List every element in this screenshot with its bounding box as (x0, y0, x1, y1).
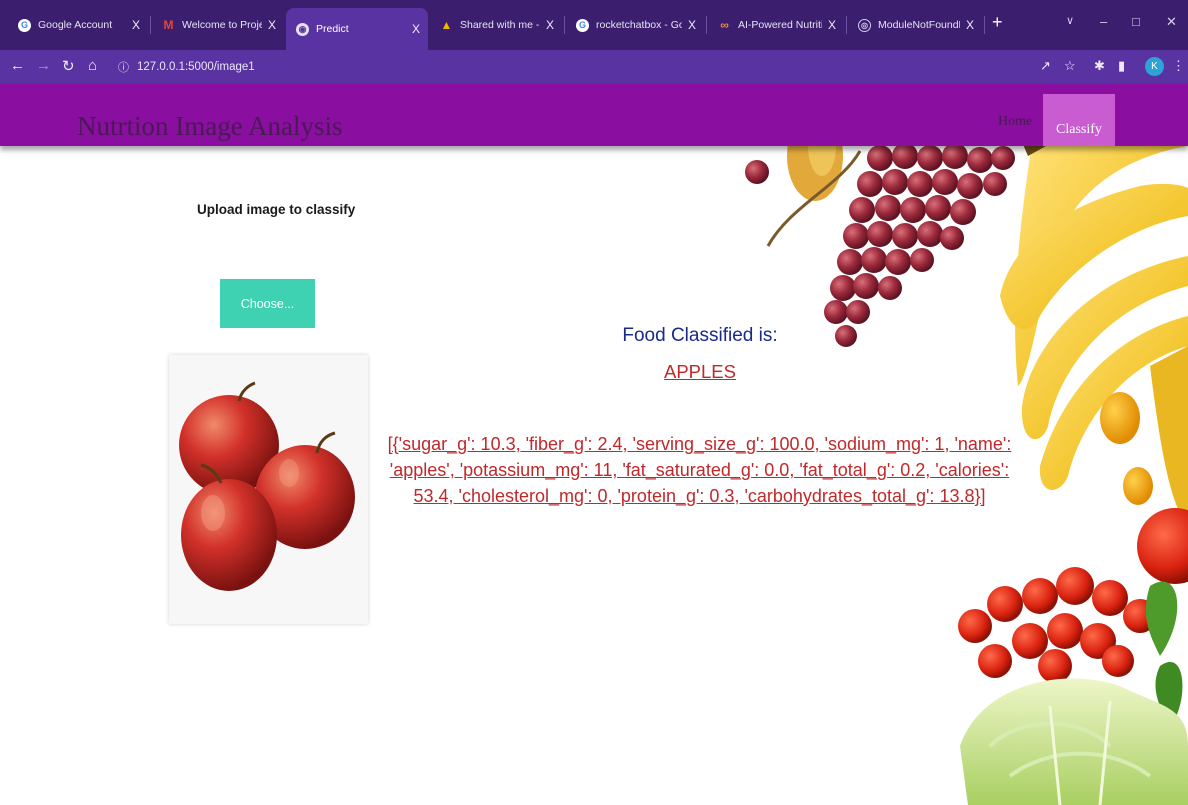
reload-icon[interactable]: ↻ (62, 57, 75, 75)
tab-title: AI-Powered Nutrition (738, 19, 822, 31)
classified-food-link[interactable]: APPLES (595, 361, 805, 383)
nav-classify-link[interactable]: Classify (1043, 94, 1115, 146)
extensions-icon[interactable]: ✱ (1094, 58, 1105, 74)
module-icon: ◎ (858, 18, 871, 32)
page-content: Upload image to classify Choose... Food … (0, 146, 1188, 805)
google-icon: G (18, 18, 31, 32)
gmail-icon: M (163, 18, 174, 32)
bookmark-star-icon[interactable]: ☆ (1064, 58, 1076, 74)
site-title: Nutrtion Image Analysis (77, 111, 343, 141)
forward-icon[interactable]: → (36, 57, 51, 74)
upload-label: Upload image to classify (197, 202, 356, 217)
tab-title: Google Account (38, 19, 113, 31)
close-tab-icon[interactable]: X (828, 18, 836, 32)
home-icon[interactable]: ⌂ (88, 57, 97, 74)
new-tab-button[interactable]: + (992, 12, 1003, 33)
tab-predict[interactable]: ◉ Predict X (286, 8, 428, 50)
tab-title: ModuleNotFoundErro (878, 19, 960, 31)
tab-title: Predict (316, 23, 349, 35)
site-header: Nutrtion Image Analysis Home Classify (0, 84, 1188, 146)
tab-google-account[interactable]: G Google Account X (8, 10, 148, 40)
tab-separator (706, 16, 707, 34)
tab-ai-nutrition[interactable]: ∞ AI-Powered Nutrition X (708, 10, 844, 40)
apples-image (179, 381, 355, 591)
drive-icon: ▲ (440, 18, 453, 32)
tab-separator (150, 16, 151, 34)
tab-shared-with-me[interactable]: ▲ Shared with me - Goo X (430, 10, 562, 40)
url-field[interactable]: ⓘ 127.0.0.1:5000/image1 (110, 55, 1030, 79)
uploaded-image-preview (169, 355, 368, 624)
tab-separator (846, 16, 847, 34)
close-tab-icon[interactable]: X (688, 18, 696, 32)
close-tab-icon[interactable]: X (546, 18, 554, 32)
infinity-icon: ∞ (720, 18, 729, 32)
url-text: 127.0.0.1:5000/image1 (137, 61, 255, 73)
tab-welcome-project[interactable]: M Welcome to Project! I X (152, 10, 284, 40)
close-tab-icon[interactable]: X (132, 18, 140, 32)
result-title: Food Classified is: (622, 325, 778, 346)
tab-separator (984, 16, 985, 34)
close-tab-icon[interactable]: X (268, 18, 276, 32)
google-icon: G (576, 18, 589, 32)
restore-icon[interactable]: □ (1132, 14, 1140, 29)
tab-search-icon[interactable]: ∨ (1066, 14, 1074, 27)
tab-title: Welcome to Project! I (182, 19, 262, 31)
tab-rocketchatbox[interactable]: G rocketchatbox - Goog X (566, 10, 704, 40)
browser-tabstrip: G Google Account X M Welcome to Project!… (0, 0, 1188, 50)
tab-title: rocketchatbox - Goog (596, 19, 682, 31)
close-tab-icon[interactable]: X (412, 22, 420, 36)
side-panel-icon[interactable]: ▮ (1118, 58, 1125, 74)
share-icon[interactable]: ↗ (1040, 58, 1051, 74)
tab-title: Shared with me - Goo (460, 19, 540, 31)
address-bar-row: ← → ↻ ⌂ ⓘ 127.0.0.1:5000/image1 ↗ ☆ ✱ ▮ … (0, 50, 1188, 84)
profile-avatar[interactable]: K (1145, 57, 1164, 76)
globe-icon: ◉ (296, 22, 309, 36)
back-icon[interactable]: ← (10, 57, 25, 74)
minimize-icon[interactable]: – (1100, 14, 1107, 29)
tab-module-not-found[interactable]: ◎ ModuleNotFoundErro X (848, 10, 982, 40)
choose-file-button[interactable]: Choose... (220, 279, 315, 328)
close-window-icon[interactable]: ✕ (1166, 14, 1177, 30)
nutrition-data-link[interactable]: [{'sugar_g': 10.3, 'fiber_g': 2.4, 'serv… (372, 431, 1027, 509)
nav-home-link[interactable]: Home (998, 114, 1032, 130)
menu-kebab-icon[interactable]: ⋮ (1172, 58, 1185, 74)
tab-separator (564, 16, 565, 34)
close-tab-icon[interactable]: X (966, 18, 974, 32)
site-info-icon[interactable]: ⓘ (118, 59, 129, 75)
